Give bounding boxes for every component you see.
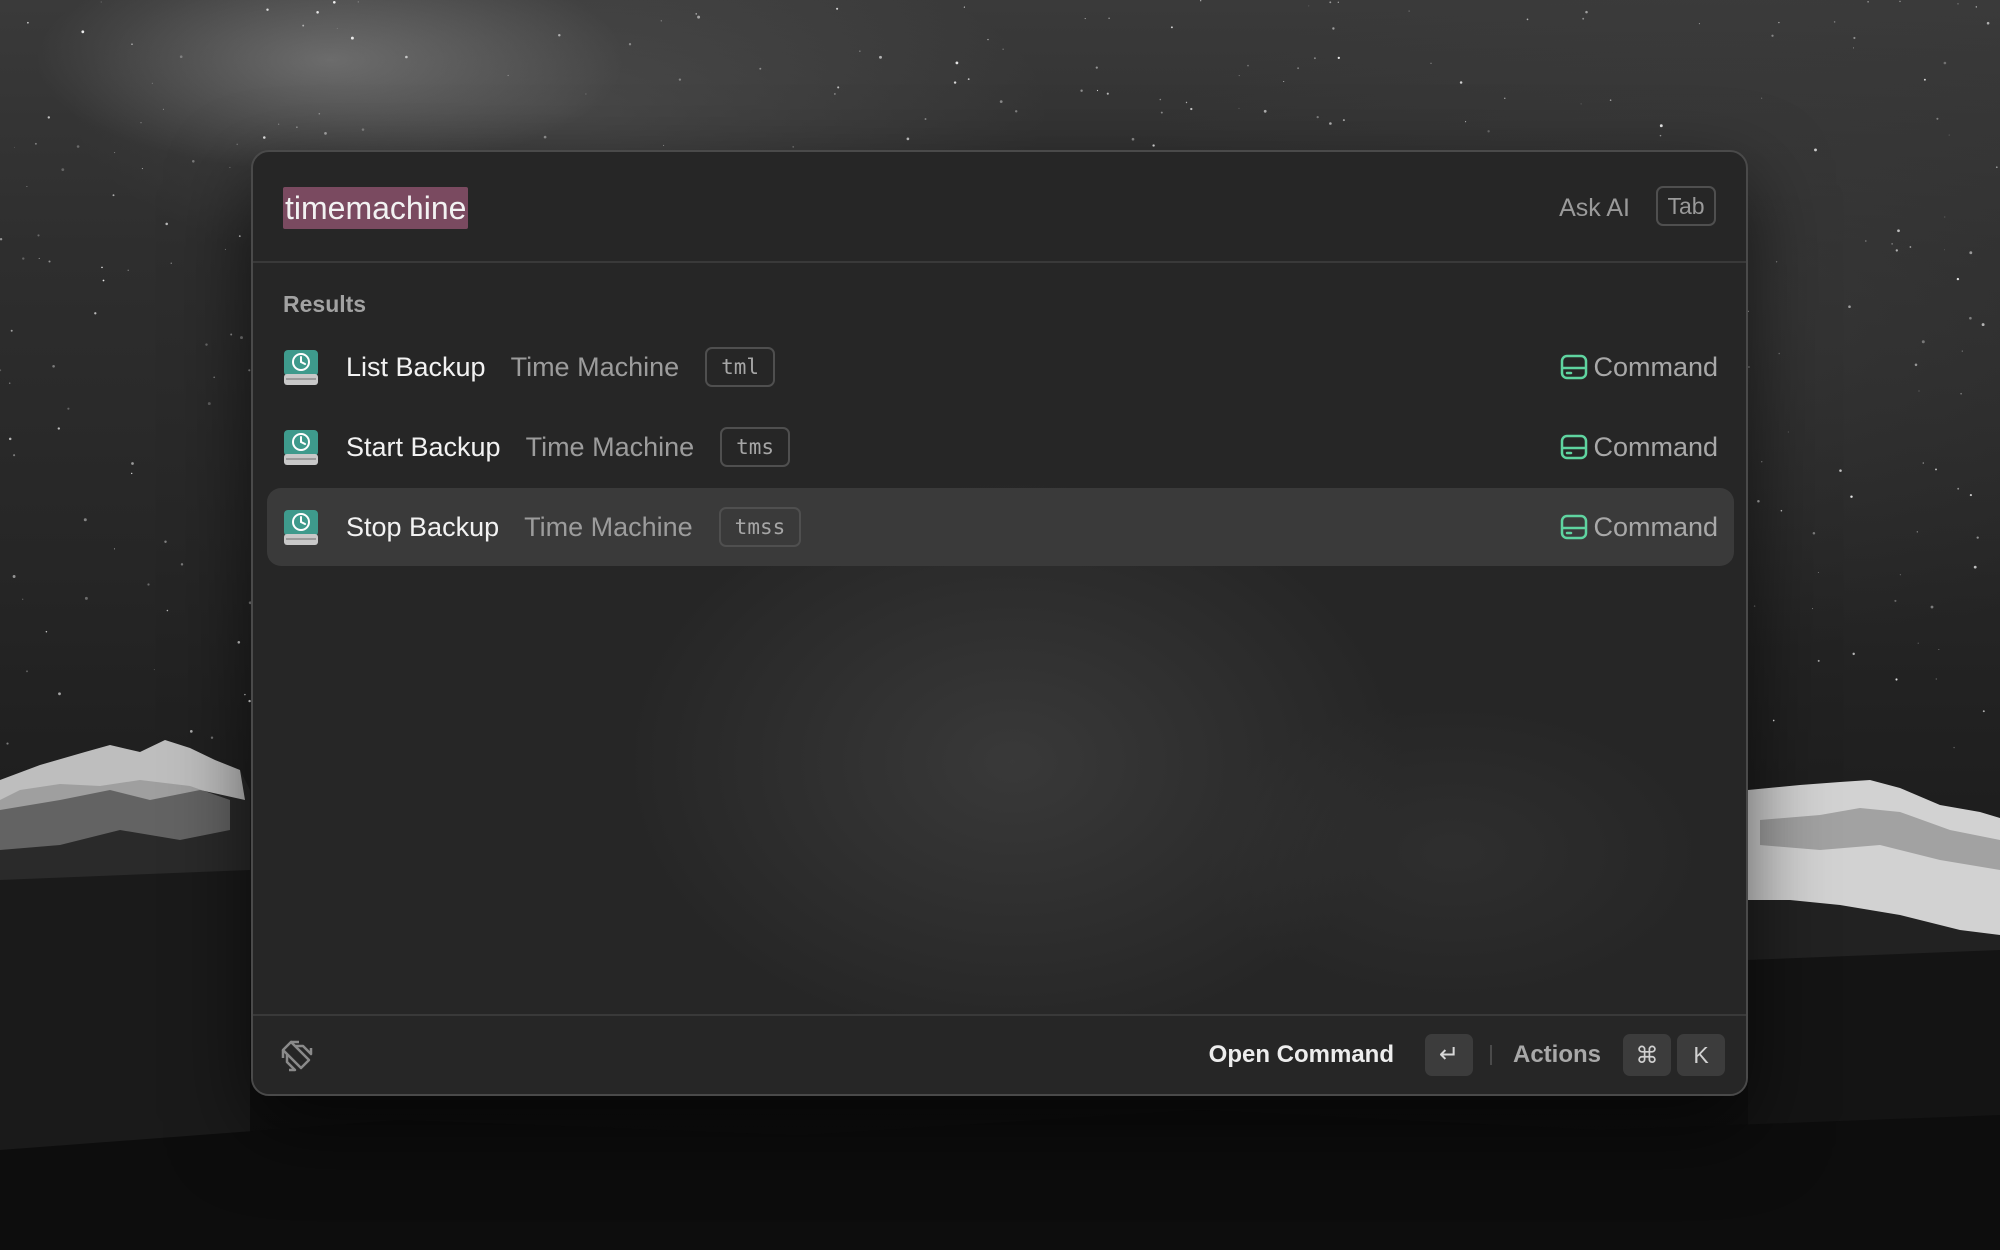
result-row-start-backup[interactable]: Start Backup Time Machine tms Command [267, 408, 1734, 486]
result-type-label: Command [1593, 512, 1718, 542]
action-bar: Open Command ↵ Actions ⌘ K [253, 1014, 1746, 1094]
hard-drive-icon [1560, 434, 1588, 460]
results-section-title: Results [283, 291, 367, 317]
result-subtitle: Time Machine [524, 511, 693, 542]
open-command-button[interactable]: Open Command [1209, 1038, 1394, 1072]
launcher-window: timemachine Ask AI Tab Results List Back… [251, 150, 1748, 1096]
result-title: List Backup [346, 351, 486, 382]
tab-key-hint: Tab [1656, 186, 1716, 226]
hard-drive-icon [1560, 514, 1588, 540]
result-row-list-backup[interactable]: List Backup Time Machine tml Command [267, 328, 1734, 406]
search-bar[interactable]: timemachine Ask AI Tab [253, 152, 1746, 263]
command-key-hint: ⌘ [1623, 1034, 1671, 1076]
result-alias-badge: tmss [718, 507, 802, 547]
result-alias-badge: tms [720, 427, 791, 467]
hard-drive-icon [1560, 354, 1588, 380]
result-title: Stop Backup [346, 511, 500, 542]
ask-ai-label[interactable]: Ask AI [1559, 190, 1630, 226]
k-key-hint: K [1677, 1034, 1725, 1076]
actions-button[interactable]: Actions [1513, 1038, 1601, 1072]
raycast-logo-icon[interactable] [277, 1036, 315, 1074]
result-alias-badge: tml [705, 347, 776, 387]
result-row-stop-backup[interactable]: Stop Backup Time Machine tmss Command [267, 488, 1734, 566]
footer-divider [1490, 1045, 1492, 1065]
search-input[interactable]: timemachine [283, 187, 469, 229]
results-list: List Backup Time Machine tml Command Sta… [267, 328, 1734, 568]
result-type-label: Command [1593, 432, 1718, 462]
result-subtitle: Time Machine [525, 431, 695, 462]
result-title: Start Backup [346, 431, 501, 462]
return-key-hint: ↵ [1425, 1034, 1473, 1076]
result-type-label: Command [1593, 352, 1718, 382]
result-subtitle: Time Machine [510, 351, 680, 382]
